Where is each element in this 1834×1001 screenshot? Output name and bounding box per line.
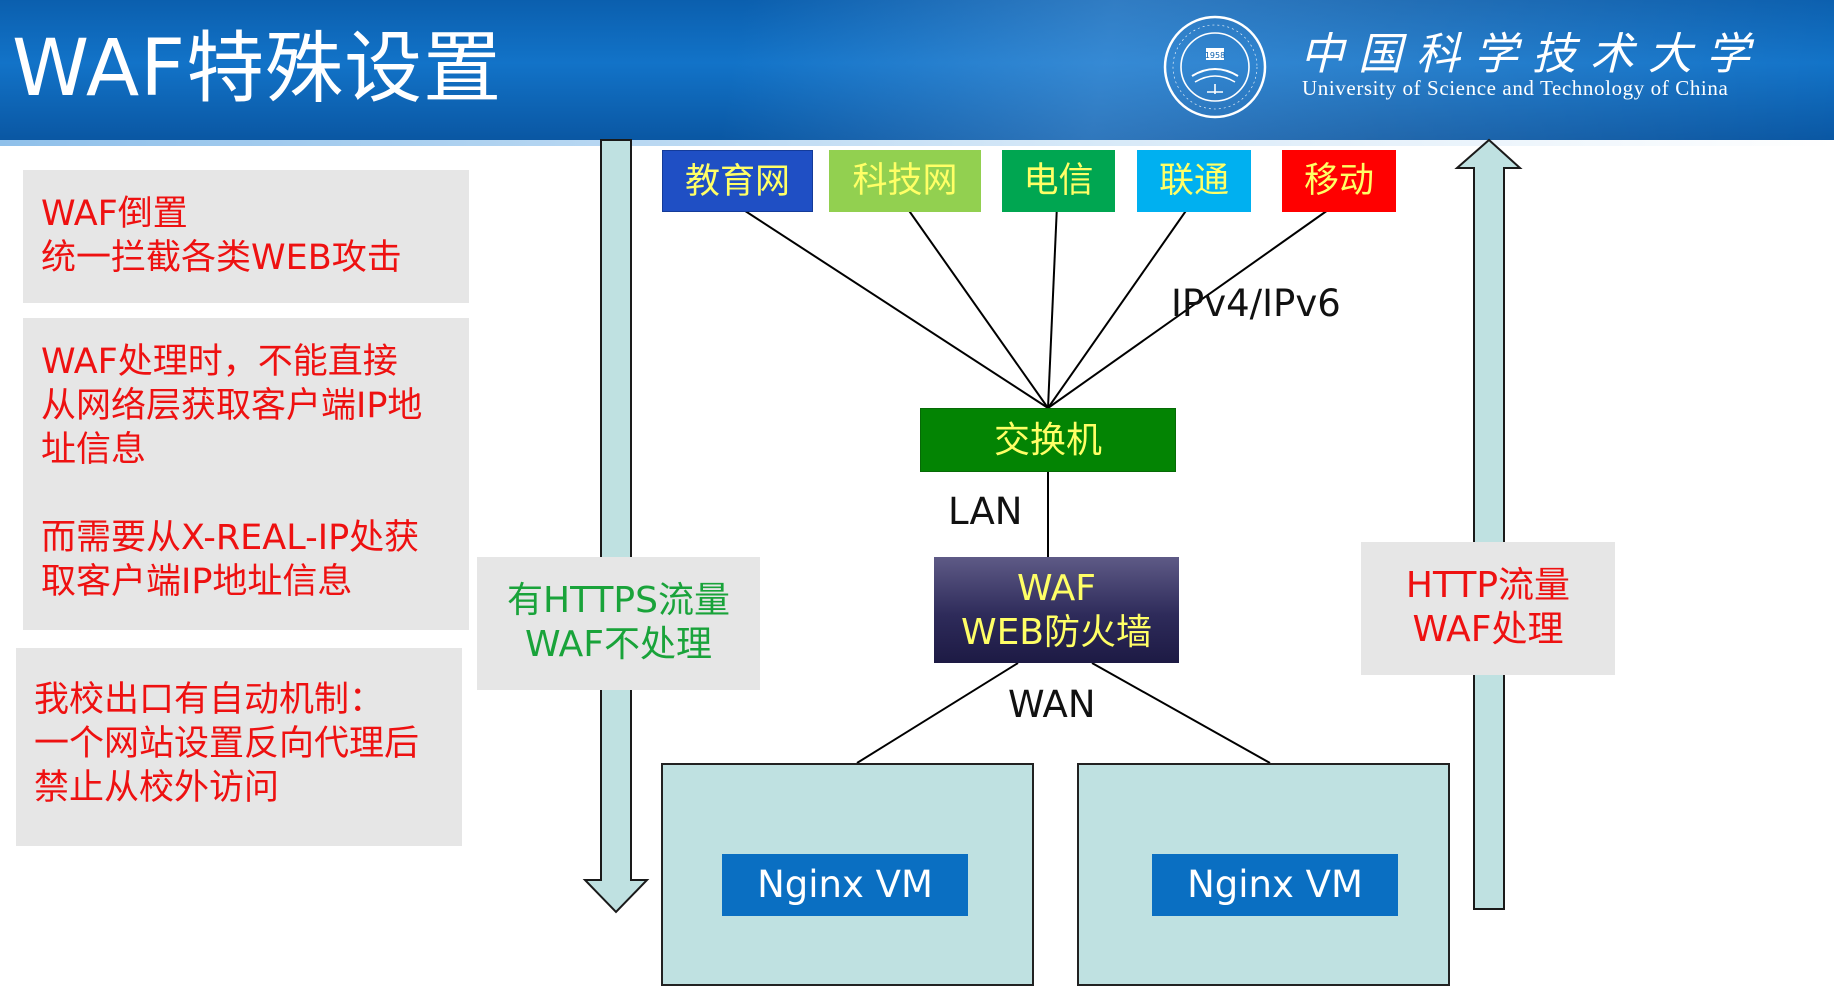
note-line: 一个网站设置反向代理后: [34, 724, 420, 764]
https-label-line: 有HTTPS流量: [507, 580, 730, 621]
nginx-vm-1: Nginx VM: [722, 854, 968, 916]
note-line: WAF处理时，不能直接: [41, 342, 398, 382]
http-traffic-label: HTTP流量 WAF处理: [1361, 542, 1615, 675]
waf-line2: WEB防火墙: [960, 612, 1153, 653]
line-unicom-to-switch: [1047, 204, 1191, 409]
http-up-arrow: [1454, 138, 1523, 910]
note-waf-inverted: WAF倒置 统一拦截各类WEB攻击: [23, 170, 469, 303]
note-line: WAF倒置: [41, 194, 188, 234]
line-waf-to-vm1: [856, 662, 1019, 764]
note-gap: [41, 472, 451, 516]
switch-node: 交换机: [920, 408, 1176, 472]
waf-line1: WAF: [1017, 568, 1096, 609]
lan-label: LAN: [948, 490, 1023, 533]
line-waf-to-vm2: [1091, 662, 1271, 764]
line-edu-to-switch: [735, 204, 1049, 409]
wan-label: WAN: [1008, 683, 1096, 726]
note-line: 取客户端IP地址信息: [41, 562, 353, 602]
note-line: 从网络层获取客户端IP地: [41, 386, 423, 426]
slide: WAF特殊设置 1958 中国科学技术大学 University of Scie…: [0, 0, 1834, 1001]
note-line: 我校出口有自动机制：: [34, 680, 385, 720]
http-label-line: HTTP流量: [1405, 565, 1571, 606]
note-line: 禁止从校外访问: [34, 768, 280, 808]
network-cernet: 教育网: [662, 150, 813, 212]
https-down-arrow: [582, 139, 650, 914]
network-telecom: 电信: [1002, 150, 1115, 212]
line-telecom-to-switch: [1047, 204, 1058, 409]
line-sci-to-switch: [904, 204, 1049, 409]
http-label-line: WAF处理: [1412, 609, 1564, 650]
ip-version-label: IPv4/IPv6: [1171, 282, 1341, 325]
note-line: 址信息: [41, 430, 147, 470]
network-cstnet: 科技网: [829, 150, 981, 212]
note-line: 统一拦截各类WEB攻击: [41, 238, 402, 278]
https-traffic-label: 有HTTPS流量 WAF不处理: [477, 557, 760, 690]
waf-node: WAF WEB防火墙: [934, 557, 1179, 663]
https-label-line: WAF不处理: [525, 624, 712, 665]
network-unicom: 联通: [1137, 150, 1251, 212]
note-client-ip: WAF处理时，不能直接 从网络层获取客户端IP地 址信息 而需要从X-REAL-…: [23, 318, 469, 630]
note-line: 而需要从X-REAL-IP处获: [41, 518, 420, 558]
network-mobile: 移动: [1282, 150, 1396, 212]
note-auto-mechanism: 我校出口有自动机制： 一个网站设置反向代理后 禁止从校外访问: [16, 648, 462, 846]
nginx-vm-2: Nginx VM: [1152, 854, 1398, 916]
